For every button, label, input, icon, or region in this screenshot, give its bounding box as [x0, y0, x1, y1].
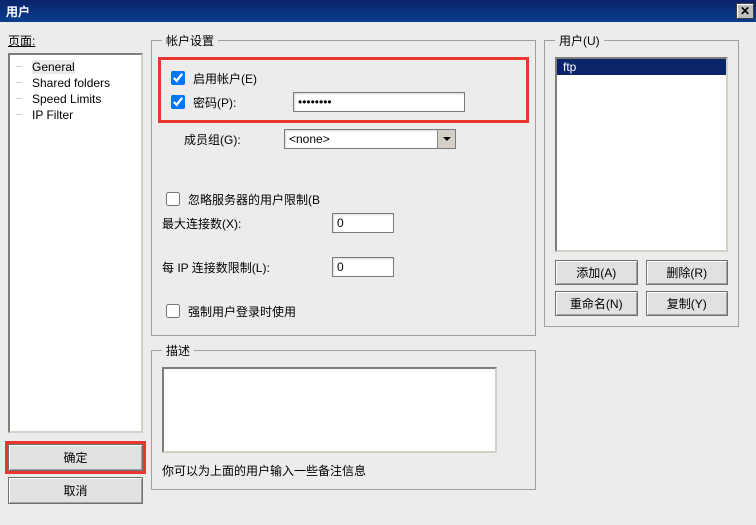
- dialog-content: 页面: ┈ General ┈ Shared folders ┈ Speed L…: [0, 22, 756, 525]
- page-item-general[interactable]: ┈ General: [12, 59, 139, 75]
- rename-user-button[interactable]: 重命名(N): [555, 291, 638, 316]
- users-list[interactable]: ftp: [555, 57, 728, 252]
- description-legend: 描述: [162, 342, 194, 359]
- pages-list[interactable]: ┈ General ┈ Shared folders ┈ Speed Limit…: [8, 53, 143, 433]
- account-settings-group: 帐户设置 启用帐户(E) 密码(P): 成员组(G):: [151, 32, 536, 336]
- force-login-label: 强制用户登录时使用: [188, 303, 296, 320]
- max-conn-label: 最大连接数(X):: [162, 215, 332, 232]
- enable-account-checkbox[interactable]: [171, 71, 185, 85]
- description-textarea[interactable]: [162, 367, 497, 453]
- bypass-limit-checkbox[interactable]: [166, 192, 180, 206]
- remove-user-button[interactable]: 删除(R): [646, 260, 729, 285]
- window-title: 用户: [6, 3, 30, 20]
- users-group: 用户(U) ftp 添加(A) 删除(R) 重命名(N) 复制(Y): [544, 32, 739, 327]
- max-conn-input[interactable]: [332, 213, 394, 233]
- per-ip-input[interactable]: [332, 257, 394, 277]
- password-checkbox[interactable]: [171, 95, 185, 109]
- tree-connector-icon: ┈: [16, 62, 32, 73]
- force-login-checkbox[interactable]: [166, 304, 180, 318]
- member-group-select[interactable]: [284, 129, 456, 149]
- page-item-ip-filter[interactable]: ┈ IP Filter: [12, 107, 139, 123]
- description-hint: 你可以为上面的用户输入一些备注信息: [162, 462, 525, 479]
- member-group-value[interactable]: [284, 129, 456, 149]
- page-item-shared-folders[interactable]: ┈ Shared folders: [12, 75, 139, 91]
- highlighted-credentials-box: 启用帐户(E) 密码(P):: [158, 57, 529, 123]
- cancel-button[interactable]: 取消: [8, 477, 143, 504]
- left-column: 页面: ┈ General ┈ Shared folders ┈ Speed L…: [8, 32, 143, 515]
- middle-column: 帐户设置 启用帐户(E) 密码(P): 成员组(G):: [151, 32, 536, 515]
- titlebar: 用户 ✕: [0, 0, 756, 22]
- enable-account-label: 启用帐户(E): [193, 70, 257, 87]
- close-icon: ✕: [740, 4, 750, 18]
- tree-connector-icon: ┈: [16, 78, 32, 89]
- description-group: 描述 你可以为上面的用户输入一些备注信息: [151, 342, 536, 490]
- user-buttons-grid: 添加(A) 删除(R) 重命名(N) 复制(Y): [555, 260, 728, 316]
- account-settings-legend: 帐户设置: [162, 32, 218, 49]
- tree-connector-icon: ┈: [16, 94, 32, 105]
- add-user-button[interactable]: 添加(A): [555, 260, 638, 285]
- right-column: 用户(U) ftp 添加(A) 删除(R) 重命名(N) 复制(Y): [544, 32, 739, 515]
- ok-button[interactable]: 确定: [8, 444, 143, 471]
- close-button[interactable]: ✕: [736, 3, 754, 19]
- pages-label: 页面:: [8, 32, 143, 49]
- bypass-limit-label: 忽略服务器的用户限制(B: [188, 191, 320, 208]
- per-ip-label: 每 IP 连接数限制(L):: [162, 259, 332, 276]
- password-label: 密码(P):: [193, 94, 293, 111]
- copy-user-button[interactable]: 复制(Y): [646, 291, 729, 316]
- password-input[interactable]: [293, 92, 465, 112]
- limits-section: 忽略服务器的用户限制(B 最大连接数(X): 每 IP 连接数限制(L): 强制…: [162, 189, 525, 321]
- page-item-speed-limits[interactable]: ┈ Speed Limits: [12, 91, 139, 107]
- dropdown-arrow-icon[interactable]: [437, 130, 455, 148]
- users-legend: 用户(U): [555, 32, 604, 49]
- tree-connector-icon: ┈: [16, 110, 32, 121]
- user-list-item[interactable]: ftp: [557, 59, 726, 75]
- member-group-label: 成员组(G):: [184, 131, 284, 148]
